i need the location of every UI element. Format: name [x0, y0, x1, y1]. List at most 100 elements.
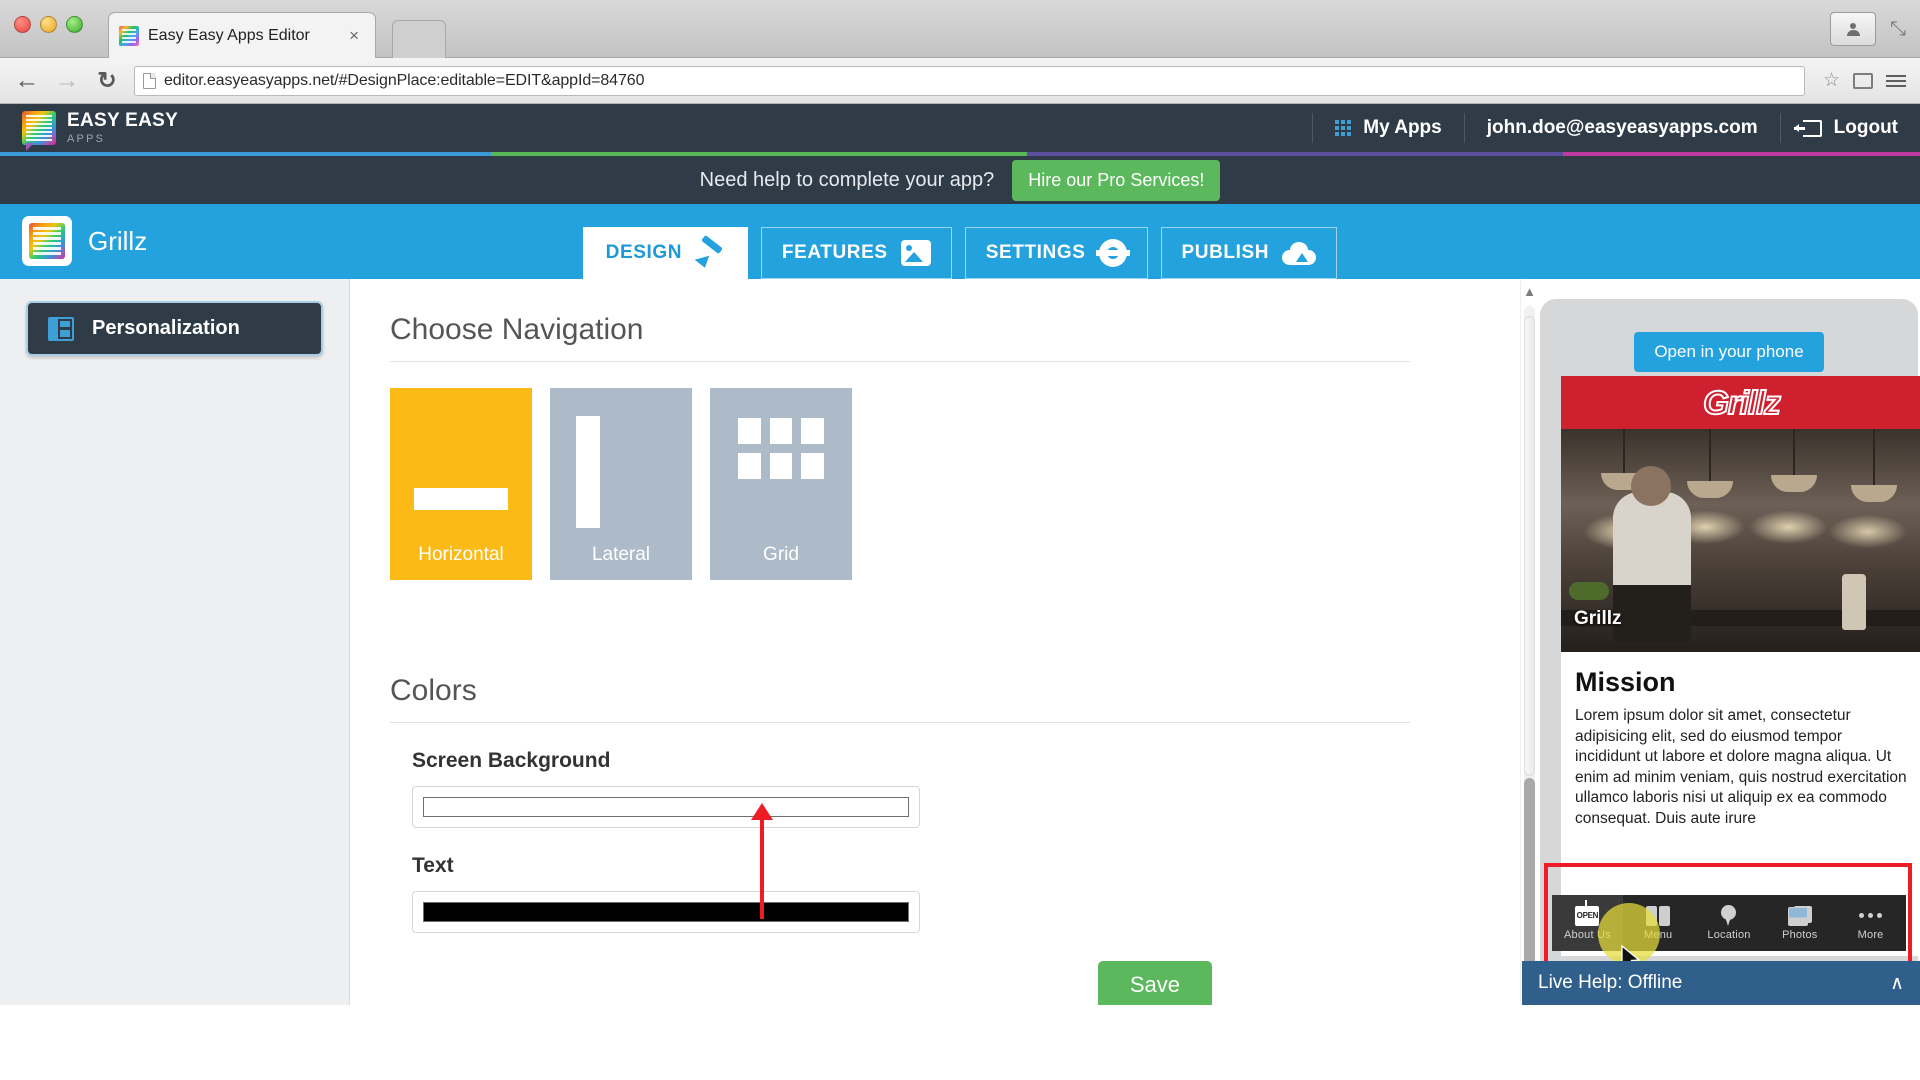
easy-easy-apps-logo-icon — [22, 111, 56, 145]
colors-section: Colors Screen Background Text Save — [350, 674, 1538, 1005]
scrollbar-thumb[interactable] — [1524, 778, 1535, 988]
open-in-your-phone-button[interactable]: Open in your phone — [1634, 332, 1824, 372]
colors-heading: Colors — [390, 674, 1410, 723]
maximize-window-button[interactable] — [66, 16, 83, 33]
window-controls[interactable] — [14, 16, 83, 33]
lateral-nav-preview-icon — [576, 416, 600, 528]
browser-window: Easy Easy Apps Editor × ⤡ ← → ↻ editor.e… — [0, 0, 1920, 1080]
sidebar-item-label: Personalization — [92, 317, 240, 339]
browser-tab-strip: Easy Easy Apps Editor × ⤡ — [0, 0, 1920, 58]
cloud-upload-icon — [1282, 241, 1317, 265]
tab-features[interactable]: FEATURES — [760, 227, 952, 279]
tab-publish[interactable]: PUBLISH — [1160, 227, 1338, 279]
phone-frame: Open in your phone Grillz Grillz Mission… — [1540, 299, 1920, 997]
save-button[interactable]: Save — [1097, 961, 1212, 1005]
live-help-bar[interactable]: Live Help: Offline ∧ — [1522, 961, 1920, 1005]
favicon-icon — [119, 25, 139, 46]
url-text: editor.easyeasyapps.net/#DesignPlace:edi… — [164, 71, 645, 89]
scrollbar-thumb-upper[interactable] — [1524, 316, 1535, 776]
forward-icon: → — [54, 66, 80, 94]
gear-icon — [1098, 239, 1127, 267]
my-apps-link[interactable]: My Apps — [1312, 113, 1463, 143]
horizontal-nav-preview-icon — [414, 488, 508, 510]
tag-icon — [900, 240, 931, 266]
close-tab-icon[interactable]: × — [343, 26, 365, 46]
browser-tab[interactable]: Easy Easy Apps Editor × — [108, 12, 376, 58]
app-top-bar: EASY EASY APPS My Apps john.doe@easyeasy… — [0, 104, 1920, 152]
phone-nav-location[interactable]: Location — [1694, 895, 1765, 951]
nav-option-grid-label: Grid — [763, 544, 799, 565]
back-icon[interactable]: ← — [14, 66, 40, 95]
text-color-label: Text — [412, 854, 454, 877]
field-text-color: Text — [412, 854, 1538, 933]
phone-nav-more[interactable]: More — [1835, 895, 1906, 951]
page-info-icon[interactable] — [143, 72, 156, 89]
app-nav-tabs: Grillz DESIGN FEATURES SETTINGS PUBLISH — [0, 204, 1920, 279]
nav-option-lateral-label: Lateral — [591, 544, 651, 565]
chevron-up-icon[interactable]: ∧ — [1890, 972, 1904, 995]
tab-settings[interactable]: SETTINGS — [964, 227, 1148, 279]
screen-background-color-input[interactable] — [412, 786, 920, 828]
top-bar-right: My Apps john.doe@easyeasyapps.com Logout — [1312, 104, 1920, 152]
map-pin-icon — [1721, 905, 1737, 926]
minimize-window-button[interactable] — [40, 16, 57, 33]
promo-text: Need help to complete your app? — [699, 168, 995, 191]
browser-menu-icon[interactable] — [1886, 74, 1906, 87]
cast-icon[interactable] — [1853, 72, 1873, 89]
reload-icon[interactable]: ↻ — [94, 67, 120, 94]
tab-publish-label: PUBLISH — [1181, 242, 1270, 263]
tab-title: Easy Easy Apps Editor — [148, 26, 310, 44]
fullscreen-icon[interactable]: ⤡ — [1890, 19, 1906, 39]
phone-screen: Grillz Grillz Mission Lorem ipsum dolor … — [1561, 376, 1920, 956]
phone-nav-more-label: More — [1857, 928, 1884, 941]
app-name-label: Grillz — [88, 225, 148, 256]
app-root: EASY EASY APPS My Apps john.doe@easyeasy… — [0, 104, 1920, 1080]
tab-design-label: DESIGN — [605, 242, 683, 263]
my-apps-label: My Apps — [1363, 117, 1442, 138]
hero-photo: Grillz — [1561, 429, 1920, 652]
phone-content: Mission Lorem ipsum dolor sit amet, cons… — [1561, 652, 1920, 830]
photos-icon — [1787, 905, 1812, 926]
text-color-input[interactable] — [412, 891, 920, 933]
address-bar[interactable]: editor.easyeasyapps.net/#DesignPlace:edi… — [134, 65, 1805, 96]
grid-nav-preview-icon — [738, 418, 824, 479]
toolbar-right-actions: ☆ — [1819, 69, 1906, 92]
scroll-up-icon[interactable]: ▲ — [1523, 279, 1536, 304]
new-tab-button[interactable] — [392, 20, 446, 58]
tab-features-label: FEATURES — [781, 242, 888, 263]
profile-button[interactable] — [1830, 12, 1876, 46]
phone-nav-photos[interactable]: Photos — [1764, 895, 1835, 951]
app-banner: Grillz — [1561, 376, 1920, 429]
close-window-button[interactable] — [14, 16, 31, 33]
phone-nav-location-label: Location — [1707, 929, 1751, 941]
sidebar: Personalization — [0, 279, 350, 1005]
scrollbar-track[interactable] — [1524, 306, 1535, 988]
bookmark-star-icon[interactable]: ☆ — [1823, 69, 1840, 92]
person-icon — [1846, 22, 1860, 36]
screen-background-label: Screen Background — [412, 749, 611, 772]
logout-icon — [1793, 119, 1822, 137]
sidebar-item-personalization[interactable]: Personalization — [26, 301, 323, 356]
logout-button[interactable]: Logout — [1779, 113, 1920, 143]
text-color-swatch[interactable] — [423, 902, 909, 922]
hire-pro-services-button[interactable]: Hire our Pro Services! — [1012, 159, 1221, 201]
nav-option-lateral[interactable]: Lateral — [550, 388, 692, 580]
open-sign-icon: OPEN — [1575, 899, 1600, 926]
tab-design[interactable]: DESIGN — [582, 227, 748, 279]
browser-toolbar: ← → ↻ editor.easyeasyapps.net/#DesignPla… — [0, 58, 1920, 104]
photo-caption: Grillz — [1574, 608, 1622, 629]
content-scrollbar[interactable]: ▲ ▼ — [1520, 279, 1538, 1005]
nav-option-horizontal[interactable]: Horizontal — [390, 388, 532, 580]
nav-option-grid[interactable]: Grid — [710, 388, 852, 580]
user-email[interactable]: john.doe@easyeasyapps.com — [1463, 113, 1780, 143]
brand[interactable]: EASY EASY APPS — [22, 111, 178, 145]
screen-background-swatch[interactable] — [423, 797, 909, 817]
navigation-options: Horizontal Lateral Grid — [390, 388, 1538, 580]
app-title: Grillz — [22, 216, 147, 266]
nav-option-horizontal-label: Horizontal — [418, 544, 504, 565]
annotation-arrow — [751, 803, 773, 919]
tab-settings-label: SETTINGS — [985, 242, 1086, 263]
grid-apps-icon — [1335, 120, 1352, 136]
user-email-label: john.doe@easyeasyapps.com — [1486, 117, 1758, 138]
phone-nav-photos-label: Photos — [1782, 928, 1818, 941]
